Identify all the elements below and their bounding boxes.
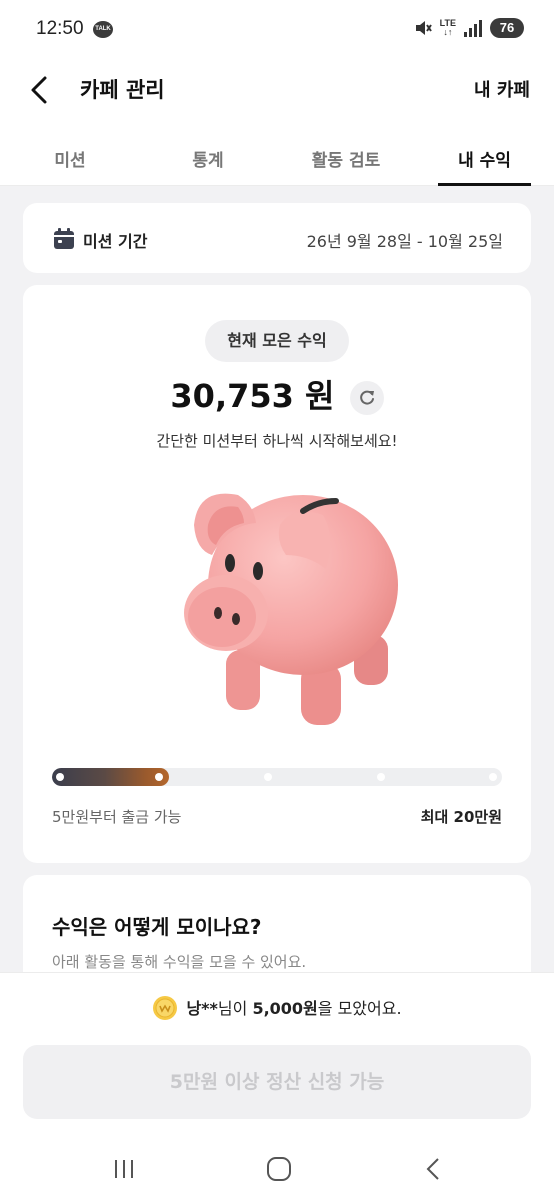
progress-dot-mid2 (377, 773, 385, 781)
home-icon[interactable] (259, 1154, 299, 1184)
progress-max-label: 최대 20만원 (420, 808, 502, 826)
progress-dot-mid1 (264, 773, 272, 781)
tab-mission[interactable]: 미션 (30, 146, 110, 171)
ticker-mid: 님이 (217, 999, 253, 1018)
tab-bar: 미션 통계 활동 검토 내 수익 (0, 120, 554, 186)
recents-icon[interactable] (104, 1154, 144, 1184)
app-header: 카페 관리 내 카페 (0, 60, 554, 120)
howto-subtitle: 아래 활동을 통해 수익을 모을 수 있어요. (52, 953, 307, 971)
period-label: 미션 기간 (83, 232, 148, 251)
coin-icon (153, 995, 178, 1020)
ticker-user: 낭** (186, 999, 218, 1018)
status-right-group: LTE ↓↑ 76 (414, 18, 524, 38)
progress-dot-start (56, 773, 64, 781)
mission-period-card: 미션 기간 26년 9월 28일 - 10월 25일 (23, 203, 531, 273)
battery-indicator: 76 (490, 18, 524, 38)
progress-min-label: 5만원부터 출금 가능 (52, 808, 182, 826)
tab-stats[interactable]: 통계 (168, 146, 248, 171)
withdraw-request-button[interactable]: 5만원 이상 정산 신청 가능 (23, 1045, 531, 1119)
current-earnings-pill: 현재 모은 수익 (205, 320, 349, 362)
progress-dot-current (155, 773, 163, 781)
back-icon[interactable] (26, 72, 56, 108)
status-bar: 12:50 TALK LTE ↓↑ 76 (0, 0, 554, 60)
active-tab-indicator (438, 183, 531, 186)
nav-back-icon[interactable] (414, 1154, 454, 1184)
ticker-amount: 5,000원 (252, 999, 318, 1018)
earnings-progress-bar (52, 768, 502, 786)
talk-notification-icon: TALK (93, 21, 113, 38)
page-title: 카페 관리 (80, 78, 165, 102)
mute-icon (415, 21, 432, 35)
refresh-button[interactable] (349, 380, 384, 415)
tab-my-earnings[interactable]: 내 수익 (438, 146, 531, 171)
earnings-amount: 30,753 원 (170, 377, 335, 415)
refresh-icon (359, 390, 374, 405)
period-value: 26년 9월 28일 - 10월 25일 (306, 232, 503, 251)
my-cafe-link[interactable]: 내 카페 (474, 76, 530, 102)
howto-title: 수익은 어떻게 모이나요? (52, 915, 262, 939)
earnings-subtitle: 간단한 미션부터 하나씩 시작해보세요! (156, 432, 398, 450)
ticker-suffix: 을 모았어요. (317, 999, 402, 1018)
tab-activity-review[interactable]: 활동 검토 (296, 146, 396, 171)
signal-icon (464, 19, 482, 37)
progress-fill (52, 768, 169, 786)
earnings-ticker: 낭**님이 5,000원을 모았어요. (0, 995, 554, 1023)
status-time: 12:50 (36, 18, 84, 39)
progress-dot-end (489, 773, 497, 781)
network-type: LTE ↓↑ (439, 18, 456, 37)
earnings-amount-row: 30,753 원 (23, 371, 531, 420)
piggy-bank-image (184, 493, 398, 725)
system-nav-bar (0, 1146, 554, 1200)
calendar-icon (54, 228, 74, 249)
earnings-card: 현재 모은 수익 30,753 원 간단한 미션부터 하나씩 시작해보세요! 5… (23, 285, 531, 863)
